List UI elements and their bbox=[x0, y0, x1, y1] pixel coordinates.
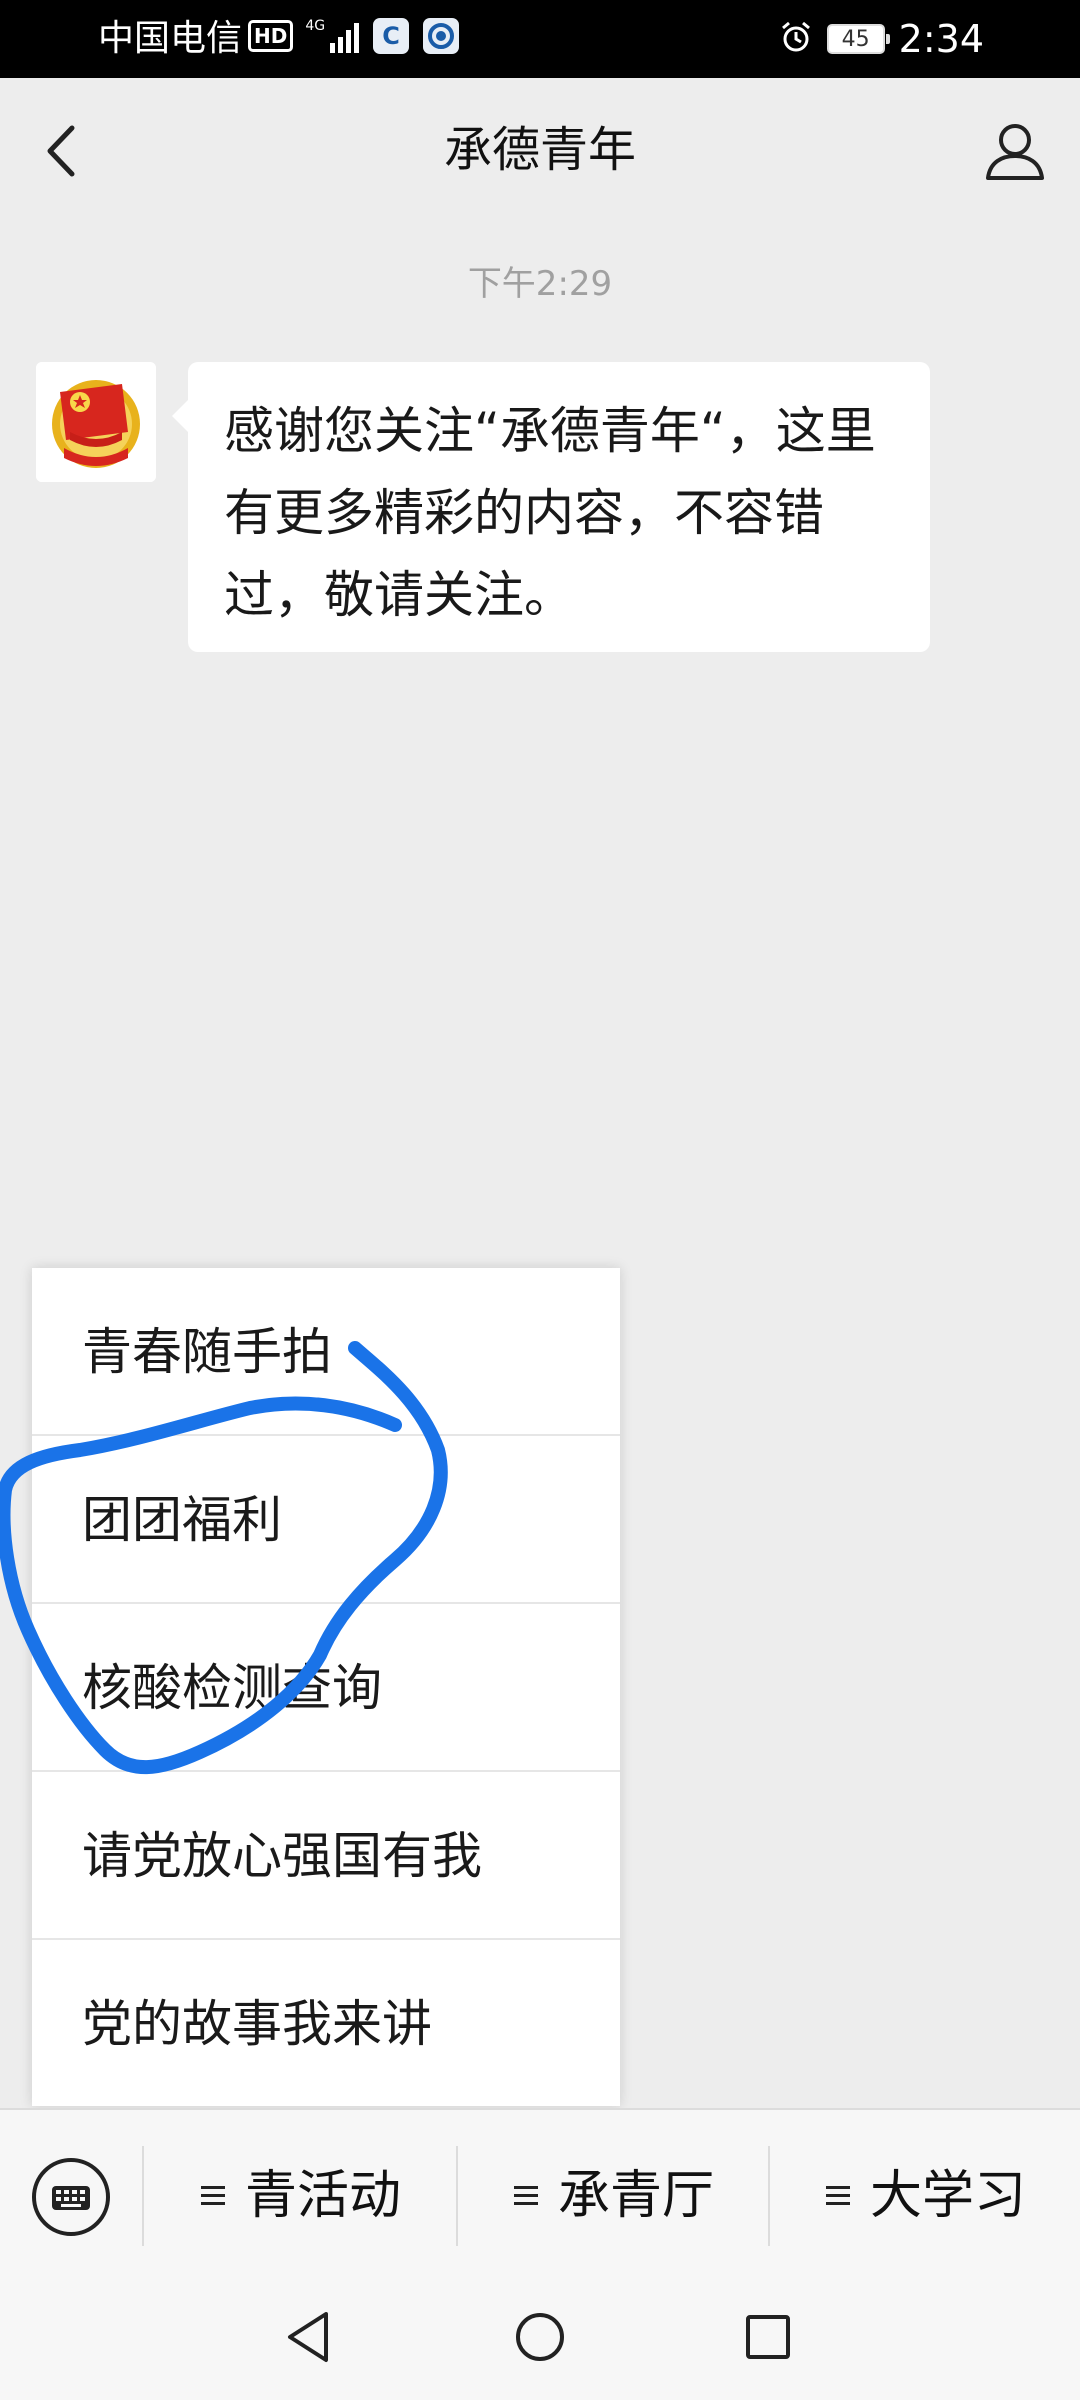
system-navigation-bar bbox=[0, 2280, 1080, 2400]
menu-tab-label: 青活动 bbox=[244, 2166, 401, 2226]
menu-item-league-benefits[interactable]: 团团福利 bbox=[32, 1436, 620, 1604]
status-bar: 中国电信 HD 4G C 45 2:34 bbox=[0, 0, 1080, 78]
menu-tab-label: 大学习 bbox=[869, 2166, 1026, 2226]
battery-icon: 45 bbox=[826, 24, 890, 54]
clock: 2:34 bbox=[898, 17, 984, 61]
user-icon bbox=[986, 124, 1044, 180]
page-title: 承德青年 bbox=[443, 122, 636, 178]
youth-league-emblem-icon bbox=[36, 362, 156, 482]
system-home-button[interactable] bbox=[505, 2302, 575, 2372]
profile-button[interactable] bbox=[980, 116, 1050, 186]
message-timestamp: 下午2:29 bbox=[467, 264, 613, 304]
battery-level: 45 bbox=[841, 27, 870, 52]
bottom-menu-bar: 青活动 承青厅 大学习 bbox=[0, 2108, 1080, 2282]
message-bubble[interactable]: 感谢您关注“承德青年“，这里有更多精彩的内容，不容错过，敬请关注。 bbox=[172, 362, 930, 652]
avatar[interactable] bbox=[36, 362, 156, 482]
status-right: 45 2:34 bbox=[779, 14, 984, 64]
submenu-popup: 青春随手拍 团团福利 核酸检测查询 请党放心强国有我 党的故事我来讲 bbox=[32, 1268, 620, 2106]
carrier-name: 中国电信 bbox=[98, 18, 243, 59]
menu-tab-activities[interactable]: 青活动 bbox=[144, 2110, 456, 2282]
menu-item-party-rest-assured[interactable]: 请党放心强国有我 bbox=[32, 1772, 620, 1940]
back-arrow-icon bbox=[47, 125, 75, 177]
system-recents-button[interactable] bbox=[733, 2302, 803, 2372]
back-button[interactable] bbox=[30, 116, 100, 186]
menu-tab-study[interactable]: 大学习 bbox=[770, 2110, 1080, 2282]
menu-lines-icon bbox=[513, 2186, 538, 2205]
status-icons: HD 4G C bbox=[248, 18, 460, 54]
camera-app-icon bbox=[423, 18, 460, 54]
hd-badge: HD bbox=[248, 20, 294, 52]
circle-home-icon bbox=[516, 2313, 564, 2361]
system-back-button[interactable] bbox=[274, 2302, 344, 2372]
alarm-icon bbox=[779, 20, 813, 58]
menu-item-nucleic-acid-query[interactable]: 核酸检测查询 bbox=[32, 1604, 620, 1772]
menu-item-party-stories[interactable]: 党的故事我来讲 bbox=[32, 1940, 620, 2106]
message-text: 感谢您关注“承德青年“，这里有更多精彩的内容，不容错过，敬请关注。 bbox=[224, 402, 876, 624]
keyboard-toggle-button[interactable] bbox=[30, 2156, 112, 2238]
keyboard-icon bbox=[32, 2158, 110, 2236]
menu-lines-icon bbox=[825, 2186, 850, 2205]
app-notification-icon: C bbox=[373, 18, 410, 54]
network-type: 4G bbox=[305, 18, 326, 34]
nav-bar: 承德青年 bbox=[0, 78, 1080, 222]
triangle-back-icon bbox=[288, 2312, 328, 2362]
menu-tab-label: 承青厅 bbox=[557, 2166, 714, 2226]
menu-lines-icon bbox=[200, 2186, 225, 2205]
signal-icon: 4G bbox=[305, 18, 360, 53]
menu-tab-hall[interactable]: 承青厅 bbox=[458, 2110, 768, 2282]
menu-item-youth-photo[interactable]: 青春随手拍 bbox=[32, 1268, 620, 1436]
square-recents-icon bbox=[746, 2315, 790, 2359]
